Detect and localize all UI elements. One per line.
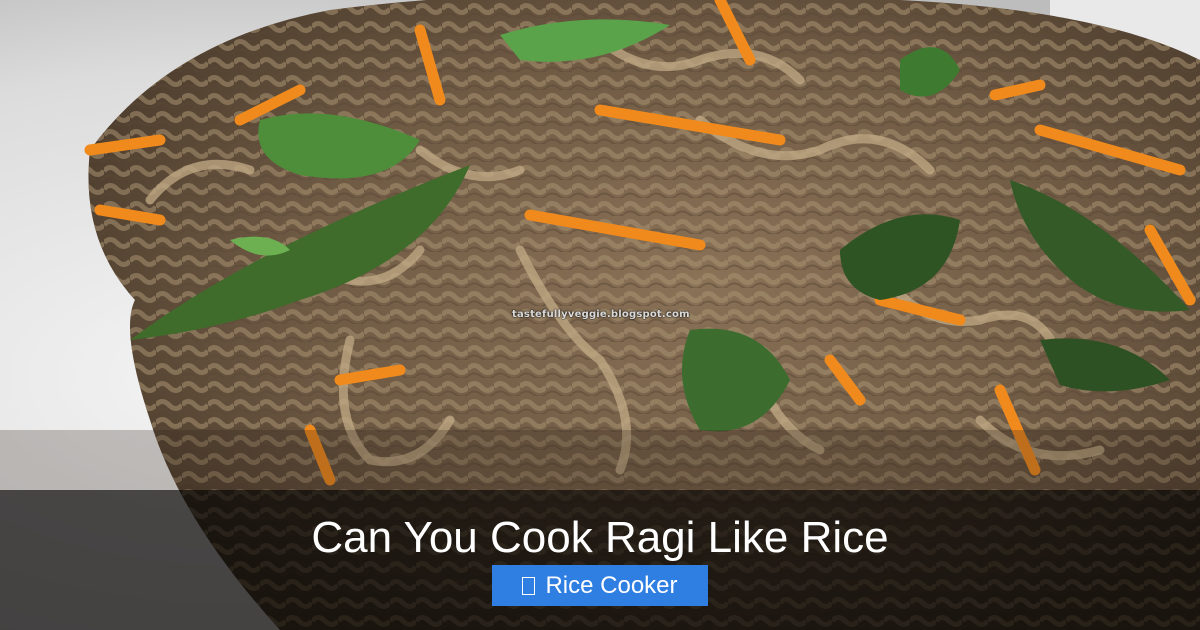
watermark: tastefullyveggie.blogspot.com — [512, 309, 690, 320]
category-label: Rice Cooker — [545, 571, 678, 599]
category-icon — [522, 576, 536, 595]
recipe-card: tastefullyveggie.blogspot.com Can You Co… — [0, 0, 1200, 630]
page-title: Can You Cook Ragi Like Rice — [311, 513, 889, 562]
category-badge[interactable]: Rice Cooker — [492, 565, 708, 606]
